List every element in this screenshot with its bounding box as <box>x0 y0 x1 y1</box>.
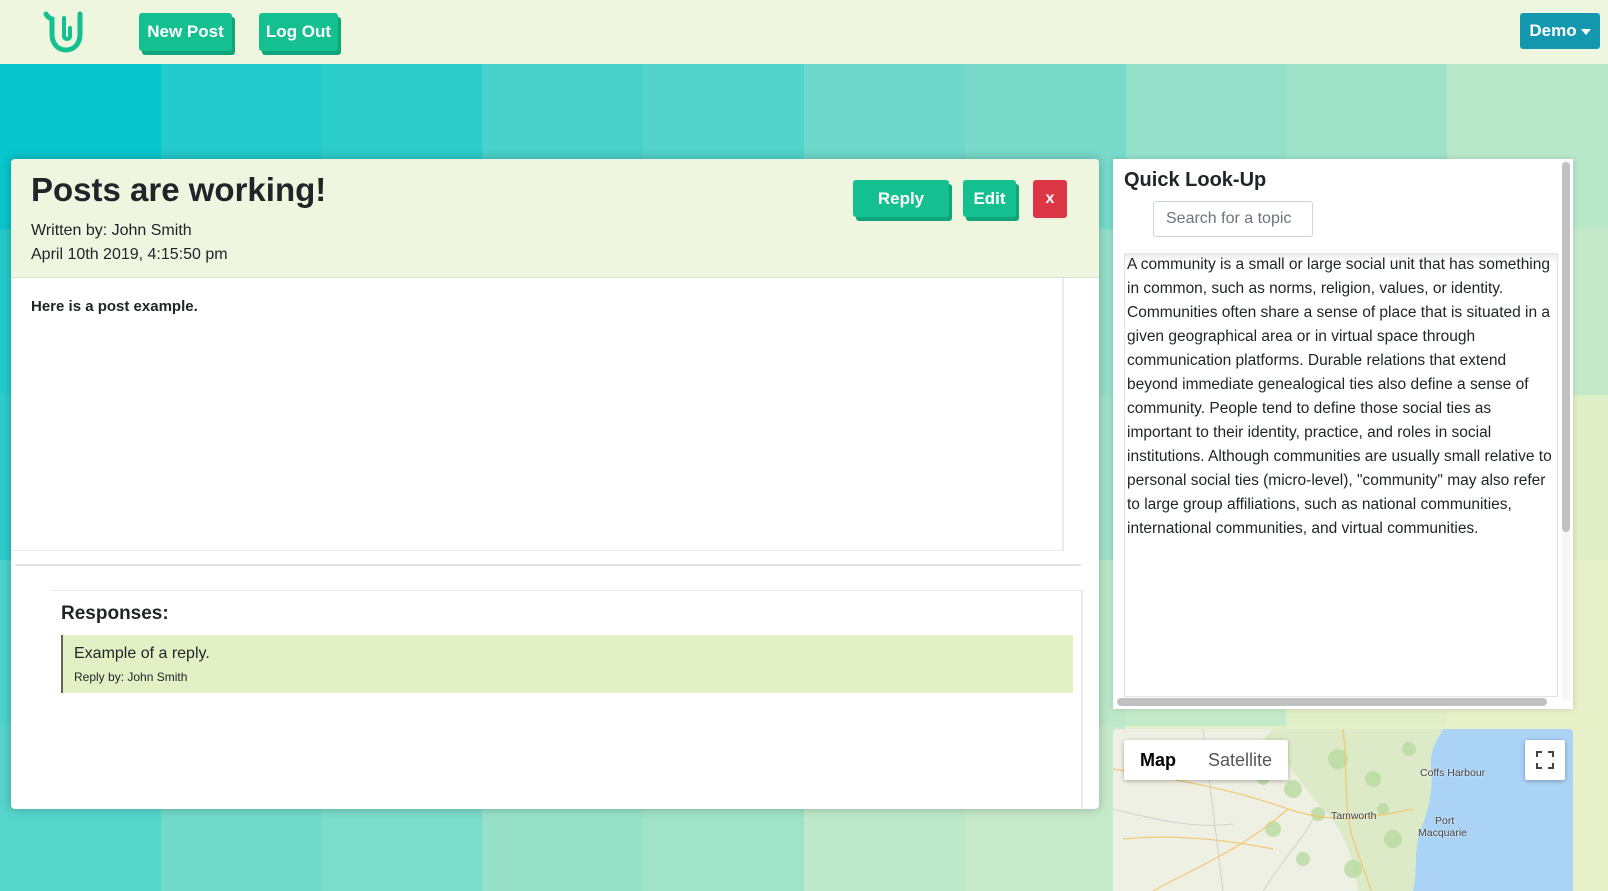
reply-button[interactable]: Reply <box>853 180 949 217</box>
chevron-down-icon <box>1580 29 1591 35</box>
responses-section: Responses: Example of a reply. Reply by:… <box>51 590 1083 809</box>
divider <box>15 564 1081 566</box>
u-logo-icon[interactable] <box>40 10 92 54</box>
post-author: Written by: John Smith <box>31 222 192 239</box>
lookup-title: Quick Look-Up <box>1124 169 1267 191</box>
map-place-macquarie: Macquarie <box>1418 827 1468 839</box>
post-body: Here is a post example. <box>31 298 198 315</box>
new-post-button[interactable]: New Post <box>139 13 232 51</box>
map-place-coffs-harbour: Coffs Harbour <box>1420 767 1486 779</box>
reply-item: Example of a reply. Reply by: John Smith <box>61 635 1073 693</box>
post-body-frame <box>11 278 1064 551</box>
vertical-scrollbar[interactable] <box>1562 162 1570 532</box>
responses-title: Responses: <box>61 603 169 624</box>
map[interactable]: Map Satellite Coffs Harbour Tamworth Por… <box>1113 729 1573 891</box>
user-menu-button[interactable]: Demo <box>1520 13 1600 49</box>
user-menu-label: Demo <box>1529 21 1577 40</box>
lookup-result-box[interactable]: A community is a small or large social u… <box>1124 253 1558 697</box>
reply-text: Example of a reply. <box>74 645 210 662</box>
post-header: Posts are working! Written by: John Smit… <box>11 159 1099 278</box>
log-out-button[interactable]: Log Out <box>259 13 338 51</box>
map-place-tamworth: Tamworth <box>1331 810 1377 822</box>
map-tab-satellite[interactable]: Satellite <box>1192 740 1288 780</box>
edit-button[interactable]: Edit <box>963 180 1016 217</box>
navbar: New Post Log Out Demo <box>0 0 1608 64</box>
map-tab-map[interactable]: Map <box>1124 740 1192 780</box>
fullscreen-icon[interactable] <box>1525 740 1565 780</box>
post-card: Posts are working! Written by: John Smit… <box>11 159 1099 809</box>
map-type-tabs: Map Satellite <box>1124 740 1289 780</box>
horizontal-scrollbar[interactable] <box>1117 698 1547 706</box>
topic-search-input[interactable] <box>1153 201 1313 237</box>
reply-author: Reply by: John Smith <box>74 670 188 684</box>
map-place-port: Port <box>1435 815 1455 827</box>
delete-button[interactable]: x <box>1033 180 1067 218</box>
lookup-result-text: A community is a small or large social u… <box>1127 256 1552 537</box>
post-title: Posts are working! <box>31 171 327 208</box>
quick-lookup-panel: Quick Look-Up A community is a small or … <box>1113 159 1573 709</box>
post-date: April 10th 2019, 4:15:50 pm <box>31 246 228 263</box>
post-meta: Written by: John Smith April 10th 2019, … <box>31 219 228 267</box>
fullscreen-icon-glyph <box>1536 751 1554 769</box>
